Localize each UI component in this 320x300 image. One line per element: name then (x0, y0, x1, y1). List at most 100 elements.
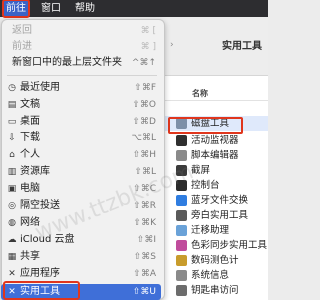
file-row[interactable]: 钥匙串访问 (150, 283, 268, 298)
document-icon: ▤ (7, 100, 17, 110)
cloud-icon: ☁ (7, 235, 17, 245)
app-icon (176, 285, 187, 296)
menu-item-label: 文稿 (20, 99, 40, 110)
menu-item-shortcut: ^⌘↑ (131, 58, 156, 68)
menu-help[interactable]: 帮助 (72, 0, 98, 17)
airdrop-icon: ◎ (8, 201, 16, 211)
file-name: 蓝牙文件交换 (191, 195, 249, 206)
menu-item-label: 应用程序 (20, 268, 60, 279)
file-row[interactable]: 迁移助理 (150, 223, 268, 238)
menu-separator (7, 75, 157, 76)
file-name: 色彩同步实用工具 (191, 240, 268, 251)
menu-bar: 前往 窗口 帮助 (0, 0, 268, 18)
computer-icon: ▣ (7, 184, 17, 194)
app-icon (176, 225, 187, 236)
app-icon (176, 165, 187, 176)
menu-item-shortcut: ⇧⌘H (132, 150, 156, 160)
applications-icon: ✕ (8, 269, 16, 279)
file-row[interactable]: 脚本编辑器 (150, 148, 268, 163)
menu-item-shortcut: ⌥⌘L (131, 133, 156, 143)
file-row[interactable]: 截屏 (150, 163, 268, 178)
header-divider (150, 100, 268, 101)
network-icon: ◍ (8, 218, 16, 228)
file-row[interactable]: 活动监视器 (150, 133, 268, 148)
menu-item-place-4[interactable]: ⌂ 个人 ⇧⌘H (1, 147, 161, 163)
menu-item-place-8[interactable]: ◍ 网络 ⇧⌘K (1, 215, 161, 231)
menu-item-shortcut: ⇧⌘A (133, 269, 156, 279)
menu-item-shortcut: ⌘ ] (140, 42, 156, 52)
menu-item-shortcut: ⇧⌘O (132, 100, 156, 110)
menu-item-shortcut: ⇧⌘I (136, 235, 156, 245)
menu-item-place-0[interactable]: ◷ 最近使用 ⇧⌘F (1, 80, 161, 96)
file-name: 脚本编辑器 (191, 150, 239, 161)
download-icon: ⇩ (8, 133, 16, 143)
file-name: 旁白实用工具 (191, 210, 249, 221)
app-icon (176, 210, 187, 221)
column-header-name[interactable]: 名称 (192, 88, 208, 99)
file-name: 数码测色计 (191, 255, 239, 266)
menu-item-place-1[interactable]: ▤ 文稿 ⇧⌘O (1, 97, 161, 113)
highlight-callout (3, 281, 80, 300)
file-name: 系统信息 (191, 270, 230, 281)
file-row[interactable]: 系统信息 (150, 268, 268, 283)
menu-item-shortcut: ⇧⌘D (132, 117, 156, 127)
menu-item-place-9[interactable]: ☁ iCloud 云盘 ⇧⌘I (1, 232, 161, 248)
app-icon (176, 195, 187, 206)
menu-item-label: 下载 (20, 132, 40, 143)
menu-item-place-2[interactable]: ▭ 桌面 ⇧⌘D (1, 114, 161, 130)
menu-item-shortcut: ⇧⌘U (132, 287, 156, 297)
menu-item-label: 前进 (12, 41, 32, 52)
menu-item-label: 新窗口中的最上层文件夹 (12, 57, 122, 68)
file-row[interactable]: 色彩同步实用工具 (150, 238, 268, 253)
file-row[interactable]: 旁白实用工具 (150, 208, 268, 223)
file-name: 迁移助理 (191, 225, 230, 236)
chevron-right-icon[interactable]: › (170, 40, 174, 50)
menu-go[interactable]: 前往 (2, 0, 30, 18)
menu-item-place-7[interactable]: ◎ 隔空投送 ⇧⌘R (1, 198, 161, 214)
menu-item-place-3[interactable]: ⇩ 下载 ⌥⌘L (1, 130, 161, 146)
menu-item-shortcut: ⇧⌘F (134, 83, 156, 93)
menu-item-shortcut: ⇧⌘L (134, 167, 156, 177)
menu-item-label: 个人 (20, 149, 40, 160)
app-icon (176, 270, 187, 281)
desktop-icon: ▭ (7, 117, 17, 127)
app-icon (176, 240, 187, 251)
menu-item-label: 返回 (12, 25, 32, 36)
menu-item-top-1[interactable]: 前进 ⌘ ] (1, 39, 161, 55)
app-icon (176, 135, 187, 146)
menu-item-shortcut: ⇧⌘S (133, 252, 156, 262)
file-row[interactable]: 控制台 (150, 178, 268, 193)
menu-item-label: 共享 (20, 251, 40, 262)
home-icon: ⌂ (9, 150, 15, 160)
file-name: 截屏 (191, 165, 211, 176)
menu-item-label: 网络 (20, 217, 40, 228)
menu-item-label: 桌面 (20, 116, 40, 127)
file-name: 活动监视器 (191, 135, 239, 146)
file-name: 钥匙串访问 (191, 285, 239, 296)
menu-item-shortcut: ⌘ [ (140, 26, 156, 36)
menu-item-shortcut: ⇧⌘K (133, 218, 156, 228)
shared-icon: ▦ (7, 252, 17, 262)
clock-icon: ◷ (8, 83, 16, 93)
menu-item-place-6[interactable]: ▣ 电脑 ⇧⌘C (1, 181, 161, 197)
menu-item-place-11[interactable]: ✕ 应用程序 ⇧⌘A (1, 266, 161, 282)
window-title: 实用工具 (222, 41, 262, 52)
file-name: 控制台 (191, 180, 220, 191)
file-row[interactable]: 蓝牙文件交换 (150, 193, 268, 208)
menu-item-label: 隔空投送 (20, 200, 60, 211)
app-icon (176, 255, 187, 266)
menu-item-label: 最近使用 (20, 82, 60, 93)
menu-item-place-10[interactable]: ▦ 共享 ⇧⌘S (1, 249, 161, 265)
library-icon: ▥ (7, 167, 17, 177)
menu-item-place-5[interactable]: ▥ 资源库 ⇧⌘L (1, 164, 161, 180)
file-row[interactable]: 数码测色计 (150, 253, 268, 268)
selection-callout (168, 117, 243, 134)
menu-item-shortcut: ⇧⌘C (133, 184, 156, 194)
menu-item-label: 电脑 (20, 183, 40, 194)
menu-item-top-0[interactable]: 返回 ⌘ [ (1, 23, 161, 39)
menu-item-shortcut: ⇧⌘R (133, 201, 156, 211)
menu-item-top-2[interactable]: 新窗口中的最上层文件夹 ^⌘↑ (1, 55, 161, 71)
menu-item-label: 资源库 (20, 166, 50, 177)
menu-item-label: iCloud 云盘 (20, 234, 75, 245)
menu-window[interactable]: 窗口 (38, 0, 64, 17)
